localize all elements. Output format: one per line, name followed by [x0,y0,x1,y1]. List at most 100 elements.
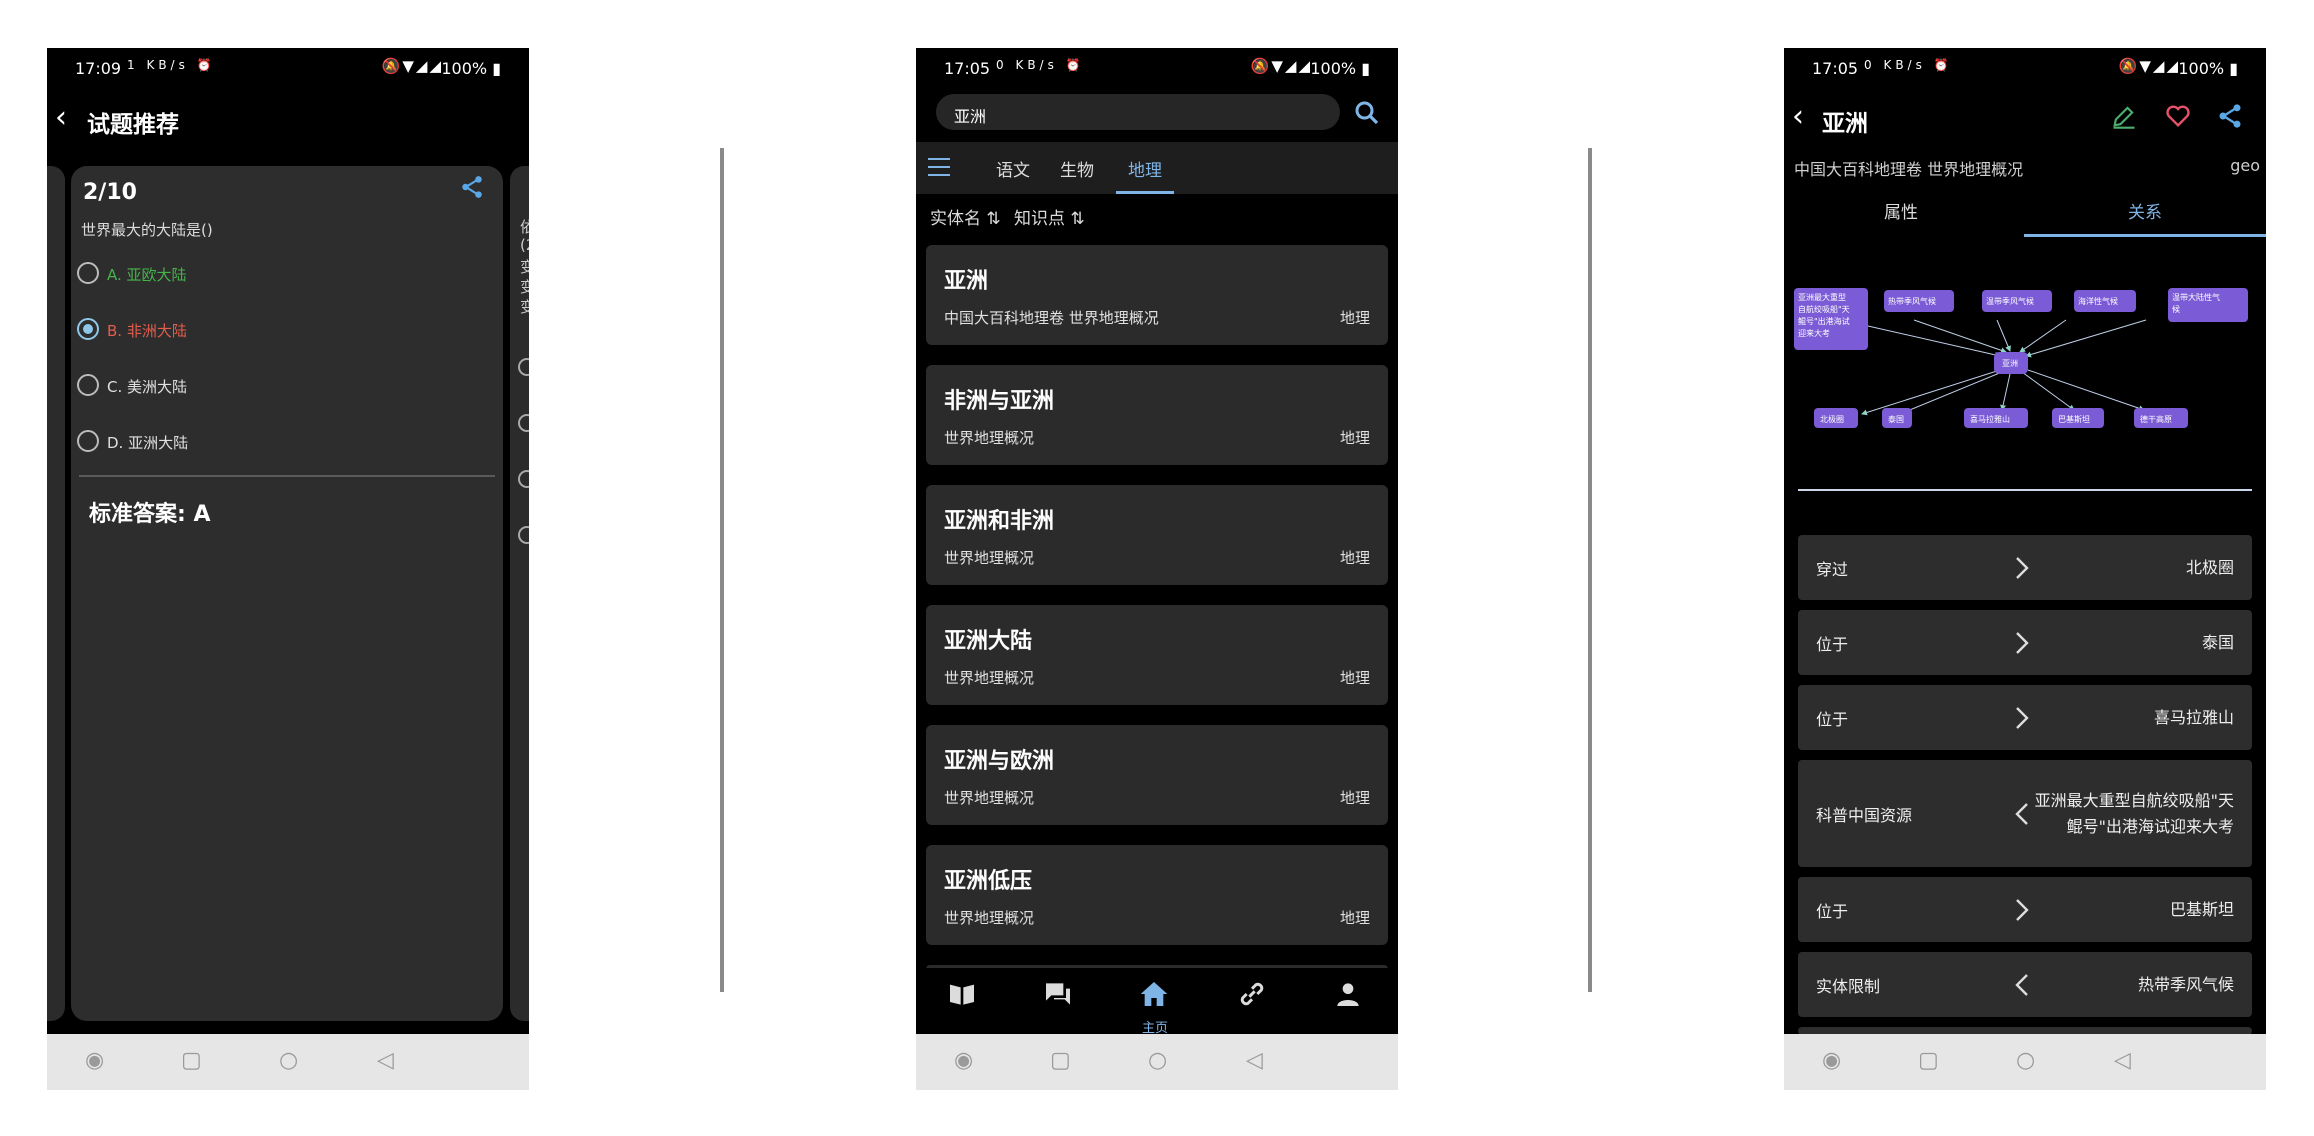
option-c[interactable]: C. 美洲大陆 [77,372,377,402]
relation-row[interactable]: 位于 喜马拉雅山 [1798,685,2252,750]
edit-icon[interactable] [2110,102,2140,132]
back-triangle-icon[interactable]: ◁ [377,1048,394,1073]
result-card[interactable]: 亚洲大陆 世界地理概况 地理 [926,605,1388,705]
option-b[interactable]: B. 非洲大陆 [77,316,377,346]
peek-radio [518,358,529,376]
phone-entity-detail: 17:05 0 KB/s ⏰ 🔕▼◢◢ 100% ▮ ‹ 亚洲 中国大百科地理卷… [1784,48,2266,1090]
relation-value: 喜马拉雅山 [2153,707,2234,727]
tab-biology[interactable]: 生物 [1060,156,1094,181]
result-card[interactable]: 亚洲和非洲 世界地理概况 地理 [926,485,1388,585]
status-bar: 17:05 0 KB/s ⏰ 🔕▼◢◢ 100% ▮ [1784,48,2266,86]
back-triangle-icon[interactable]: ◁ [1246,1048,1263,1073]
back-triangle-icon[interactable]: ◁ [2114,1048,2131,1073]
heart-icon[interactable] [2164,102,2194,132]
battery-level: 100% ▮ [2178,59,2238,78]
option-a[interactable]: A. 亚欧大陆 [77,260,377,290]
tab-geography[interactable]: 地理 [1128,156,1162,181]
result-subject: 地理 [1339,429,1370,447]
profile-icon[interactable] [1332,978,1372,1018]
option-label: A. 亚欧大陆 [107,266,187,284]
search-icon[interactable] [1352,98,1382,128]
relation-value: 北极圈 [2185,557,2234,577]
menu-icon[interactable] [928,158,950,176]
search-input[interactable]: 亚洲 [936,94,1340,130]
status-icons: 0 KB/s ⏰ [1864,58,1953,72]
graph-node-label: 泰国 [1888,414,1904,424]
status-time: 17:05 [944,59,991,78]
relation-value: 热带季风气候 [2137,974,2234,994]
dot-icon[interactable]: ◉ [954,1048,973,1073]
peek-radio [518,414,529,432]
graph-edge [1899,371,2003,415]
graph-node-label: 温带大陆性气 [2172,292,2220,302]
relation-row[interactable]: 穿过 北极圈 [1798,535,2252,600]
peek-text: (2 [520,236,529,254]
relation-value: 巴基斯坦 [2169,899,2234,919]
relation-graph[interactable]: 亚洲最大重型 自航绞吸船"天 鲲号"出港海试 迎来大考 热带季风气候 温带季风气… [1792,276,2258,446]
result-card[interactable]: 亚洲低压 世界地理概况 地理 [926,845,1388,945]
graph-node-label: 喜马拉雅山 [1970,414,2010,424]
home-icon[interactable] [1138,978,1178,1018]
relation-key: 穿过 [1816,559,1849,579]
result-subject: 地理 [1339,909,1370,927]
result-card[interactable]: 非洲与亚洲 世界地理概况 地理 [926,365,1388,465]
status-bar: 17:09 1 KB/s ⏰ 🔕▼◢◢ 100% ▮ [47,48,529,86]
home-circle-icon[interactable]: ○ [1148,1048,1167,1073]
active-tab-indicator [2024,234,2266,237]
status-time: 17:09 [75,59,122,78]
recents-icon[interactable]: ▢ [181,1048,202,1073]
graph-edge [2021,371,2075,411]
previous-card-peek[interactable] [47,166,65,1021]
result-source: 世界地理概况 [944,429,1035,447]
sort-knowledge-point[interactable]: 知识点 ⇅ [1014,204,1085,229]
relation-row[interactable]: 实体限制 热带季风气候 [1798,952,2252,1017]
result-card[interactable]: 亚洲与欧洲 世界地理概况 地理 [926,725,1388,825]
graph-edge [2025,319,2147,358]
dot-icon[interactable]: ◉ [1822,1048,1841,1073]
result-name: 亚洲与欧洲 [944,749,1055,774]
tab-attributes[interactable]: 属性 [1884,198,1918,223]
back-arrow-icon[interactable]: ‹ [55,100,67,135]
back-arrow-icon[interactable]: ‹ [1792,99,1804,134]
result-subject: 地理 [1339,669,1370,687]
recents-icon[interactable]: ▢ [1918,1048,1939,1073]
graph-node-label: 北极圈 [1820,414,1844,424]
relation-row[interactable]: 位于 泰国 [1798,610,2252,675]
tab-relations[interactable]: 关系 [2128,198,2162,223]
result-subject: 地理 [1339,309,1370,327]
phone-search: 17:05 0 KB/s ⏰ 🔕▼◢◢ 100% ▮ 亚洲 语文 生物 地理 实… [916,48,1398,1090]
result-source: 世界地理概况 [944,669,1035,687]
result-source: 世界地理概况 [944,909,1035,927]
graph-node-label: 候 [2172,305,2180,314]
subject-tabs: 语文 生物 地理 [916,142,1398,194]
phone-quiz: 17:09 1 KB/s ⏰ 🔕▼◢◢ 100% ▮ ‹ 试题推荐 依 (2 变… [47,48,529,1090]
home-circle-icon[interactable]: ○ [279,1048,298,1073]
result-card[interactable]: 亚洲 中国大百科地理卷 世界地理概况 地理 [926,245,1388,345]
chat-icon[interactable] [1042,978,1082,1018]
share-icon[interactable] [459,174,485,207]
peek-radio [518,526,529,544]
option-d[interactable]: D. 亚洲大陆 [77,428,377,458]
graph-edge [1996,319,2011,352]
dot-icon[interactable]: ◉ [85,1048,104,1073]
share-icon[interactable] [2216,102,2246,132]
next-card-peek[interactable]: 依 (2 变 变 变 [510,166,529,1021]
tab-chinese[interactable]: 语文 [996,156,1030,181]
signal-icon: 🔕▼◢◢ [2118,57,2180,75]
recents-icon[interactable]: ▢ [1050,1048,1071,1073]
relation-row[interactable]: 位于 巴基斯坦 [1798,877,2252,942]
status-icons: 0 KB/s ⏰ [996,58,1085,72]
screenshot-stage: 17:09 1 KB/s ⏰ 🔕▼◢◢ 100% ▮ ‹ 试题推荐 依 (2 变… [0,0,2314,1136]
sort-entity-name[interactable]: 实体名 ⇅ [930,204,1001,229]
standard-answer: 标准答案: A [89,502,211,527]
peek-radio [518,470,529,488]
result-subject: 地理 [1339,789,1370,807]
home-circle-icon[interactable]: ○ [2016,1048,2035,1073]
status-icons: 1 KB/s ⏰ [127,58,216,72]
book-icon[interactable] [946,978,986,1018]
relation-row[interactable]: 科普中国资源 亚洲最大重型自航绞吸船"天鲲号"出港海试迎来大考 [1798,760,2252,867]
battery-level: 100% ▮ [1310,59,1370,78]
link-icon[interactable] [1236,978,1276,1018]
graph-node-label: 自航绞吸船"天 [1798,304,1850,314]
graph-node-label: 温带季风气候 [1986,296,2034,306]
